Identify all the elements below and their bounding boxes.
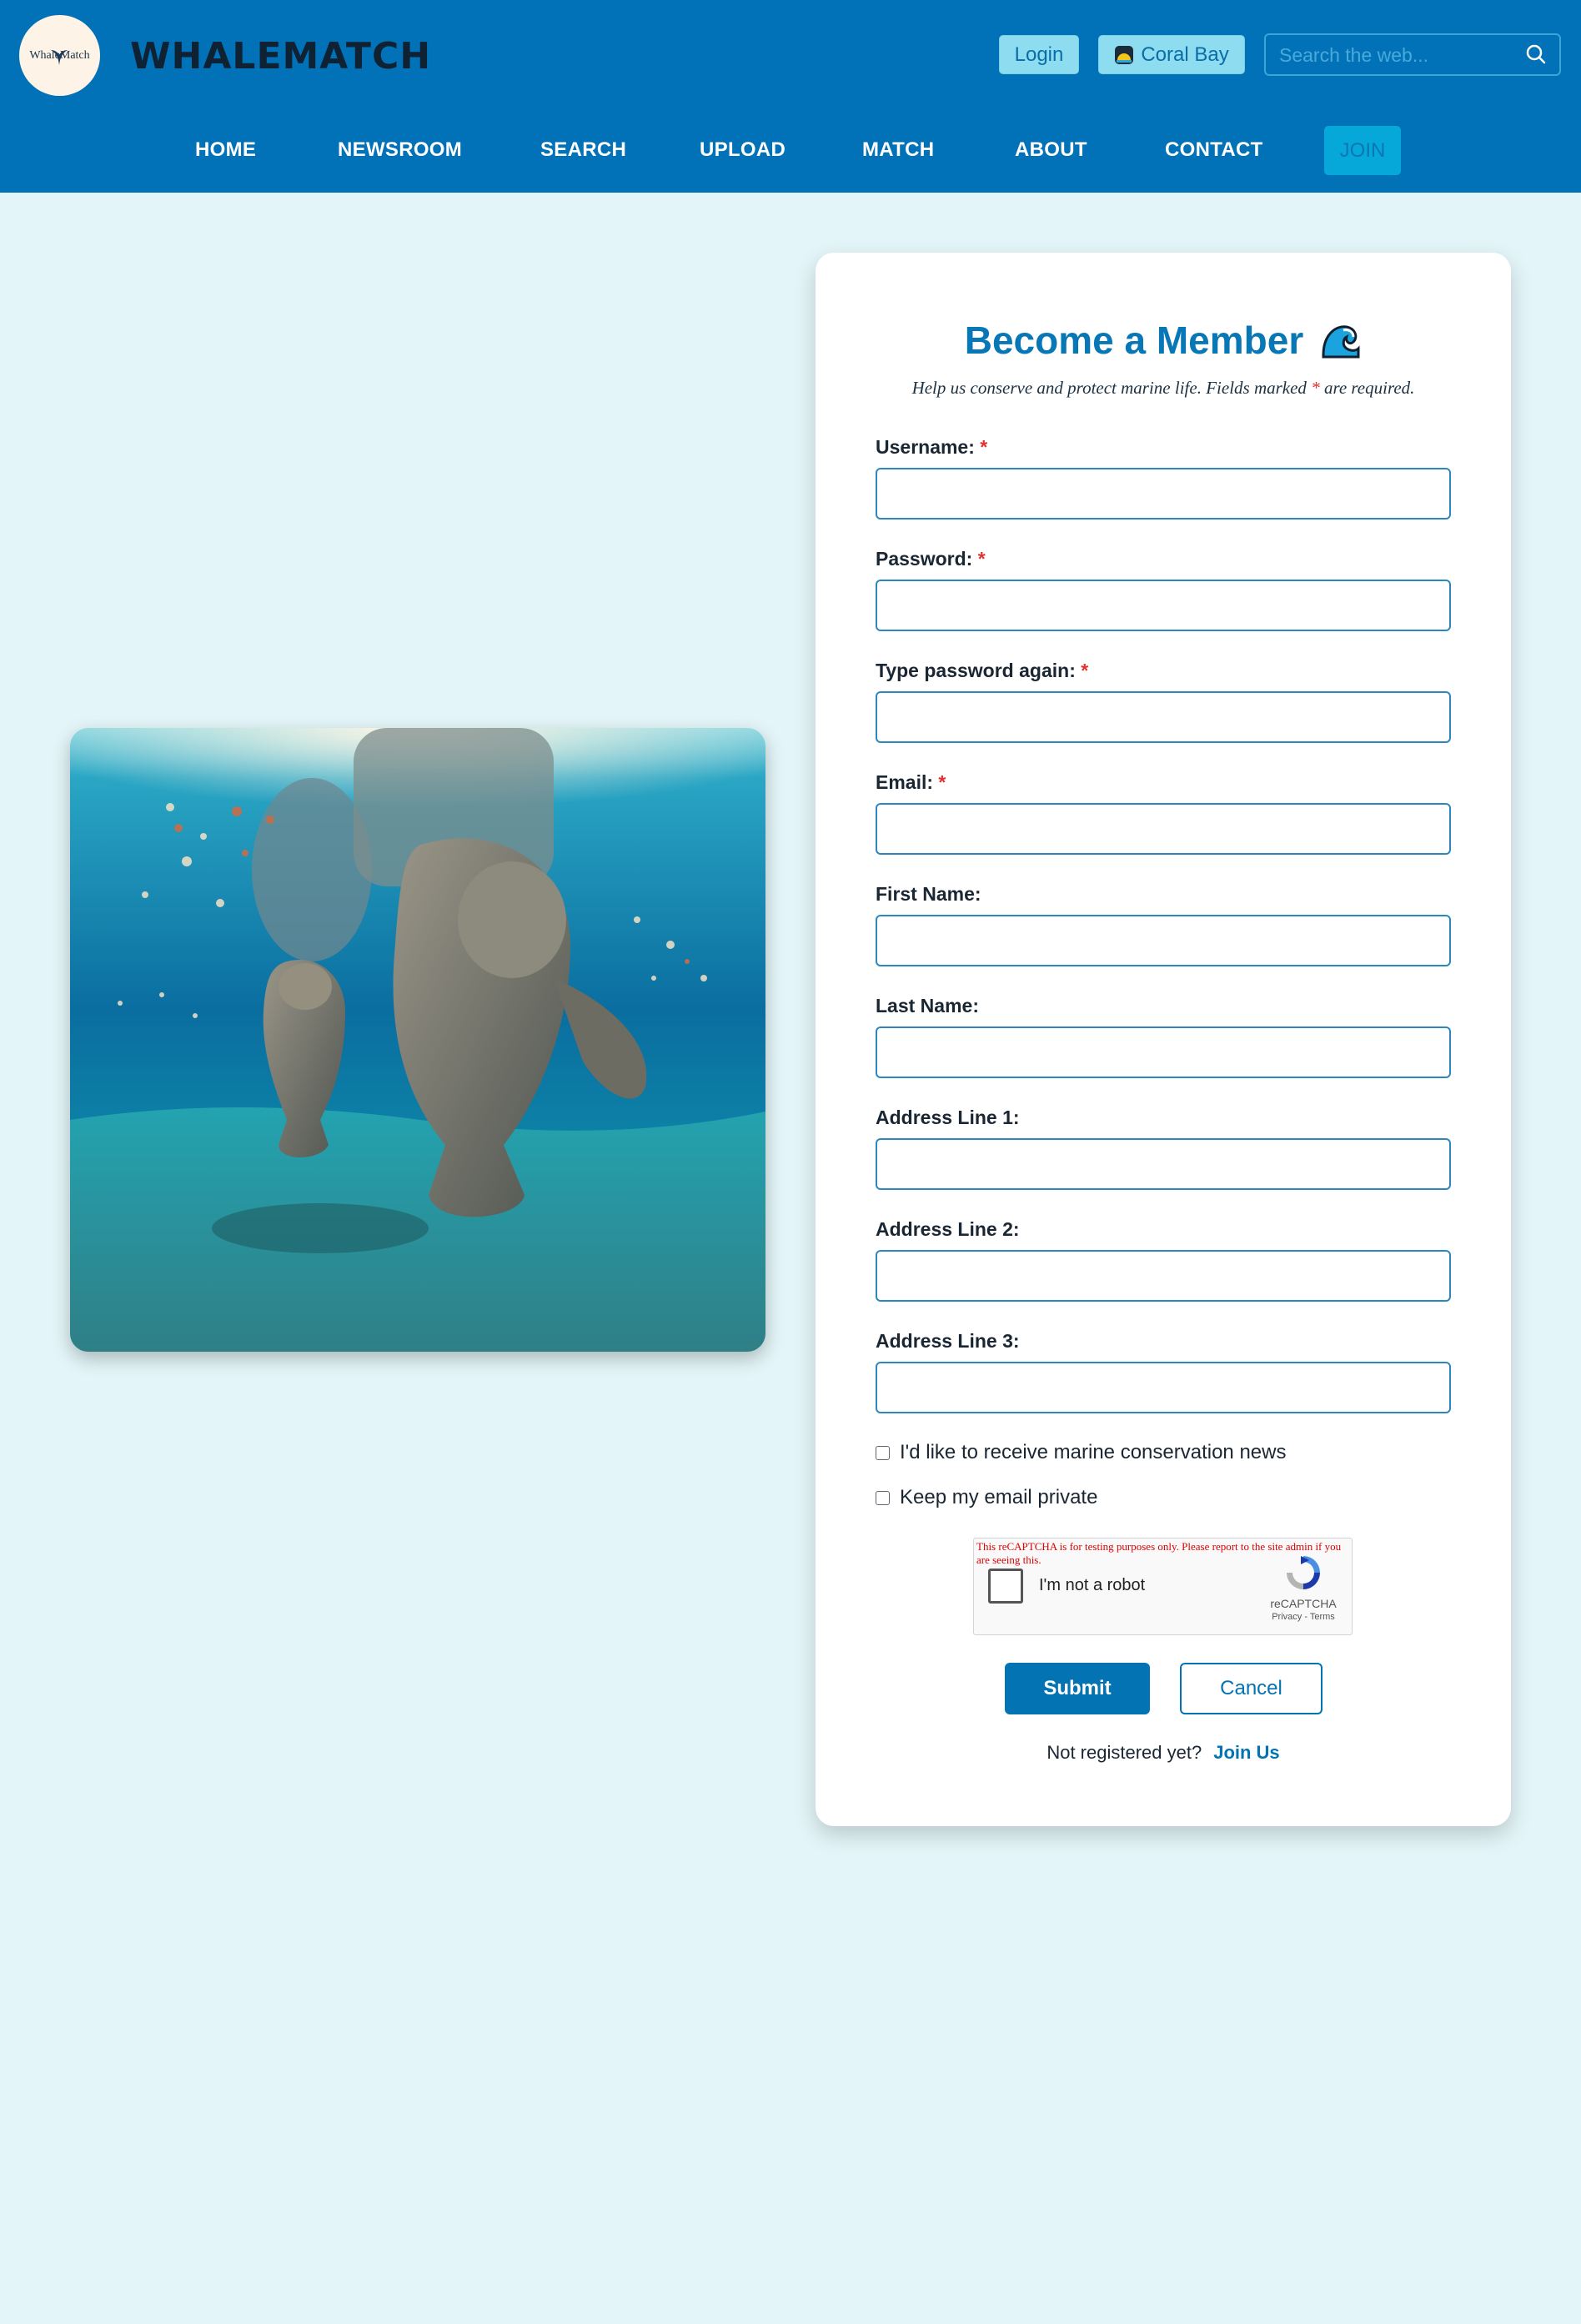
subtitle-text-after: are required. — [1319, 378, 1415, 398]
first-name-field[interactable] — [876, 915, 1451, 966]
password-field[interactable] — [876, 580, 1451, 631]
manatee-photo — [70, 728, 765, 1352]
join-prompt-text: Not registered yet? — [1046, 1742, 1202, 1763]
subtitle-text-before: Help us conserve and protect marine life… — [911, 378, 1312, 398]
wave-icon — [1320, 320, 1361, 360]
join-prompt: Not registered yet? Join Us — [816, 1742, 1511, 1764]
recaptcha-logo-icon — [1287, 1556, 1320, 1589]
recaptcha-brand: reCAPTCHA — [1270, 1597, 1337, 1610]
username-field[interactable] — [876, 468, 1451, 520]
login-button[interactable]: Login — [999, 35, 1079, 74]
last-name-field[interactable] — [876, 1026, 1451, 1078]
web-search-box[interactable] — [1264, 33, 1561, 76]
cancel-button[interactable]: Cancel — [1180, 1663, 1323, 1714]
email-label: Email: * — [876, 771, 946, 794]
username-label: Username: * — [876, 436, 987, 459]
password-confirm-field[interactable] — [876, 691, 1451, 743]
username-label-text: Username: — [876, 436, 975, 458]
address-line-1-label: Address Line 1: — [876, 1107, 1020, 1128]
address-line-2-field[interactable] — [876, 1250, 1451, 1302]
private-email-label: Keep my email private — [900, 1486, 1098, 1508]
password-confirm-label: Type password again: * — [876, 660, 1088, 682]
address-line-2-label: Address Line 2: — [876, 1218, 1020, 1240]
first-name-label: First Name: — [876, 883, 981, 905]
form-subtitle: Help us conserve and protect marine life… — [816, 378, 1511, 399]
nav-contact[interactable]: CONTACT — [1165, 123, 1263, 177]
join-us-link[interactable]: Join Us — [1213, 1742, 1279, 1763]
last-name-label: Last Name: — [876, 995, 979, 1016]
recaptcha-checkbox[interactable] — [988, 1569, 1023, 1604]
search-input[interactable] — [1279, 42, 1513, 68]
location-button[interactable]: Coral Bay — [1098, 35, 1245, 74]
recaptcha-widget: This reCAPTCHA is for testing purposes o… — [973, 1538, 1353, 1635]
password-label: Password: * — [876, 548, 986, 570]
site-brand[interactable]: WHALEMATCH — [130, 32, 431, 82]
address-line-3-label: Address Line 3: — [876, 1330, 1020, 1352]
sunset-icon — [1115, 45, 1134, 64]
submit-button[interactable]: Submit — [1005, 1663, 1150, 1714]
search-icon[interactable] — [1524, 43, 1548, 66]
form-title-text: Become a Member — [964, 319, 1304, 362]
nav-about[interactable]: ABOUT — [1015, 123, 1087, 177]
required-star: * — [938, 771, 946, 793]
recaptcha-label: I'm not a robot — [1039, 1576, 1146, 1594]
nav-home[interactable]: HOME — [195, 123, 256, 177]
membership-card: Become a Member Help us conserve and pro… — [816, 253, 1511, 1826]
manatee-illustration — [70, 728, 765, 1352]
email-label-text: Email: — [876, 771, 934, 793]
site-header: WhaleMatch WHALEMATCH Login Coral Bay HO… — [0, 0, 1581, 193]
email-field[interactable] — [876, 803, 1451, 855]
nav-match[interactable]: MATCH — [862, 123, 934, 177]
nav-newsroom[interactable]: NEWSROOM — [338, 123, 462, 177]
required-star: * — [977, 548, 986, 570]
whale-tail-icon — [51, 50, 68, 65]
location-label: Coral Bay — [1141, 43, 1229, 66]
required-star: * — [1081, 660, 1089, 681]
nav-search[interactable]: SEARCH — [540, 123, 626, 177]
address-line-1-field[interactable] — [876, 1138, 1451, 1190]
password-confirm-label-text: Type password again: — [876, 660, 1076, 681]
site-logo[interactable]: WhaleMatch — [19, 15, 100, 96]
recaptcha-links[interactable]: Privacy - Terms — [1266, 1612, 1341, 1622]
password-label-text: Password: — [876, 548, 973, 570]
newsletter-label: I'd like to receive marine conservation … — [900, 1441, 1287, 1463]
private-email-checkbox[interactable] — [876, 1490, 890, 1505]
newsletter-checkbox[interactable] — [876, 1445, 890, 1460]
private-email-option[interactable]: Keep my email private — [876, 1486, 1097, 1509]
nav-join-button[interactable]: JOIN — [1324, 126, 1401, 175]
required-star: * — [1311, 378, 1320, 398]
required-star: * — [980, 436, 988, 458]
nav-upload[interactable]: UPLOAD — [700, 123, 785, 177]
address-line-3-field[interactable] — [876, 1362, 1451, 1413]
form-title: Become a Member — [816, 303, 1511, 378]
newsletter-option[interactable]: I'd like to receive marine conservation … — [876, 1441, 1286, 1464]
